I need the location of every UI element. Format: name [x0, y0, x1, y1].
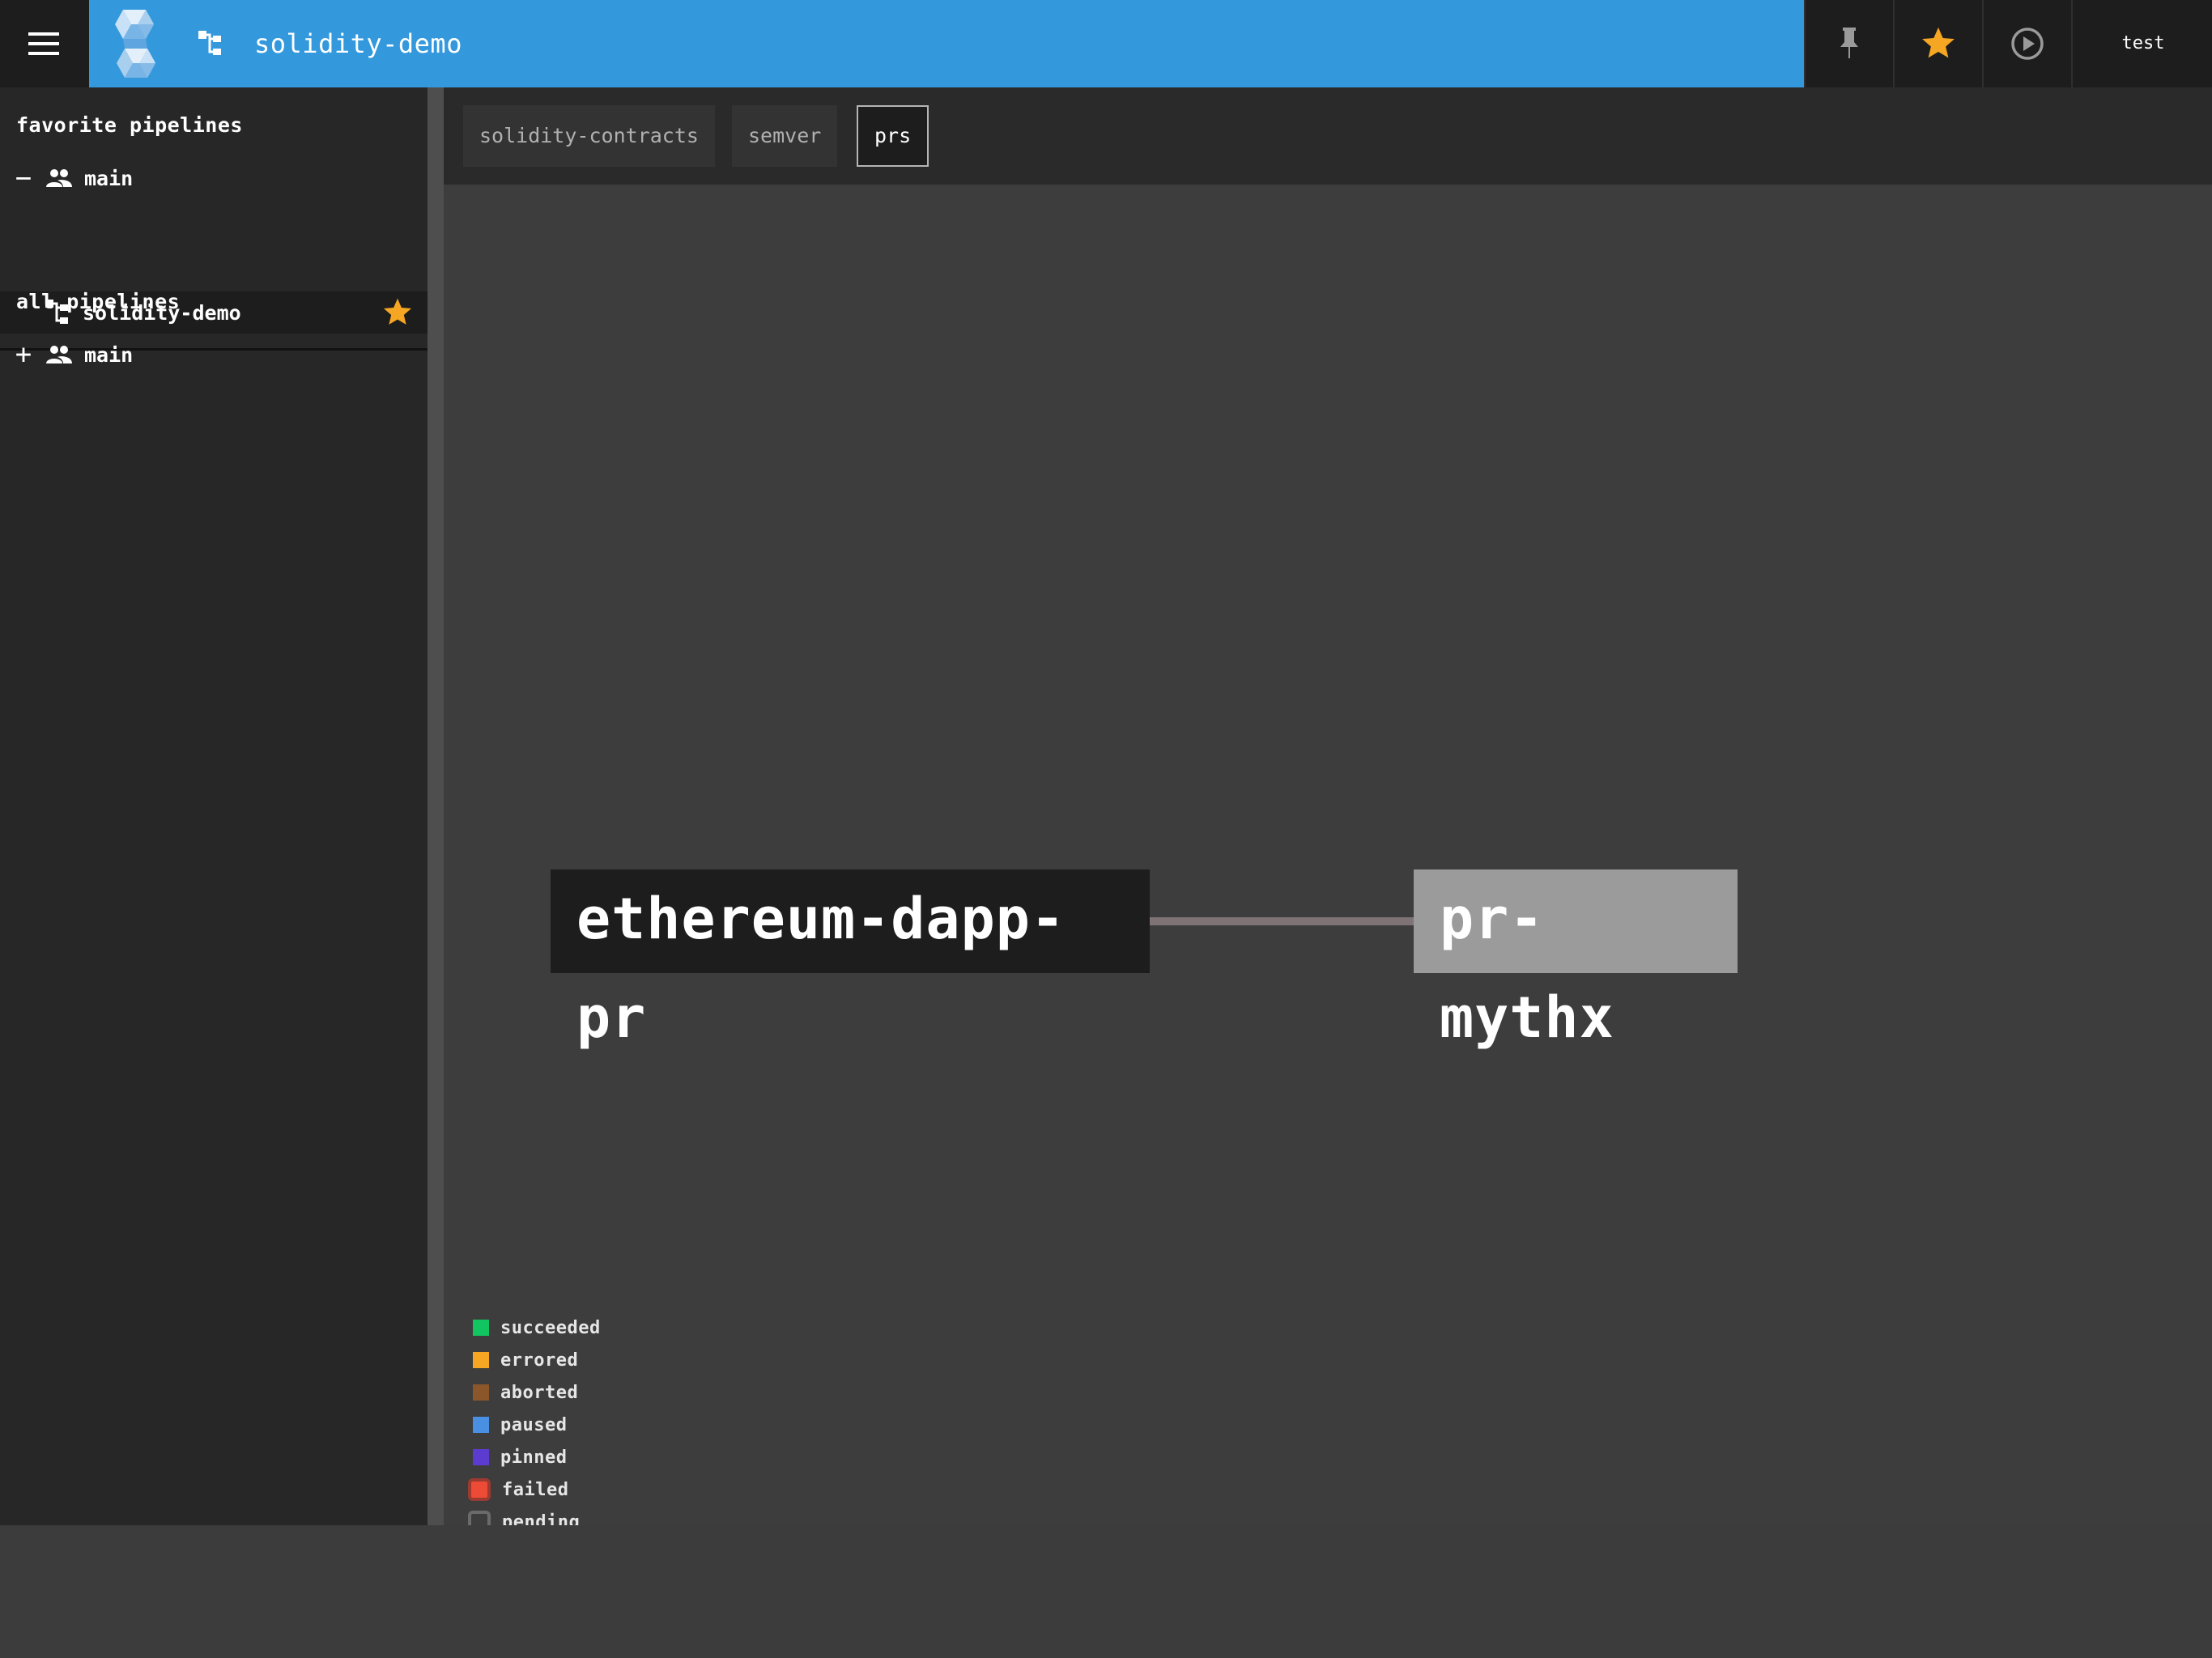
legend-swatch [473, 1352, 489, 1368]
legend-label: succeeded [500, 1317, 601, 1338]
legend-swatch [473, 1417, 489, 1433]
legend-swatch [468, 1478, 491, 1501]
star-icon[interactable] [382, 298, 413, 327]
pipeline-title: solidity-demo [254, 28, 462, 59]
groups-bar: solidity-contracts semver prs [444, 87, 2212, 185]
favorites-heading: favorite pipelines [16, 113, 243, 137]
hamburger-menu-button[interactable] [0, 0, 87, 87]
unpause-pipeline-button[interactable] [1982, 0, 2071, 87]
concourse-logo[interactable] [107, 8, 172, 79]
legend-item-pending: pending [466, 1506, 580, 1525]
legend-item-paused: paused [466, 1409, 567, 1441]
legend-label: failed [502, 1479, 569, 1500]
legend-label: pending [502, 1511, 581, 1526]
pipeline-icon [198, 31, 221, 55]
legend-label: pinned [500, 1447, 568, 1468]
expand-icon[interactable]: + [15, 334, 32, 376]
group-tab-semver[interactable]: semver [732, 105, 838, 167]
legend-item-failed: failed [466, 1473, 568, 1506]
top-bar: solidity-demo test [0, 0, 2212, 87]
group-tab-prs[interactable]: prs [857, 105, 929, 167]
favorite-pipeline-button[interactable] [1893, 0, 1982, 87]
legend-swatch [473, 1320, 489, 1336]
legend-label: aborted [500, 1382, 579, 1403]
sidebar-team-main-favorites[interactable]: − main [0, 157, 428, 199]
pin-icon [1840, 28, 1858, 58]
team-name: main [84, 166, 134, 190]
legend-item-aborted: aborted [466, 1376, 578, 1409]
sidebar-resize-handle[interactable] [428, 87, 444, 1525]
job-node-pr-mythx[interactable]: pr-mythx [1414, 869, 1738, 1051]
legend-label: paused [500, 1414, 568, 1435]
play-circle-icon [2011, 28, 2044, 60]
pin-resource-button[interactable] [1804, 0, 1893, 87]
status-legend: succeeded errored aborted paused pinned … [466, 1312, 790, 1525]
legend-item-pinned: pinned [466, 1441, 567, 1473]
legend-swatch [473, 1449, 489, 1465]
pipeline-header: solidity-demo [89, 0, 1804, 87]
team-icon [45, 345, 73, 364]
user-menu-button[interactable]: test [2071, 0, 2212, 87]
legend-label: errored [500, 1350, 579, 1371]
all-pipelines-heading: all pipelines [16, 290, 181, 313]
team-name: main [84, 342, 134, 367]
hamburger-icon [28, 32, 59, 55]
job-node-ethereum-dapp-pr[interactable]: ethereum-dapp-pr [551, 869, 1150, 1051]
sidebar: favorite pipelines − main solidity-demo [0, 87, 428, 1525]
star-icon [1922, 27, 1955, 58]
team-icon [45, 168, 73, 188]
page-background [0, 1525, 2212, 1658]
group-tab-solidity-contracts[interactable]: solidity-contracts [463, 105, 715, 167]
legend-item-errored: errored [466, 1344, 578, 1376]
job-edge [1150, 917, 1414, 925]
legend-swatch [468, 1511, 491, 1525]
collapse-icon[interactable]: − [15, 157, 32, 199]
sidebar-team-main-all[interactable]: + main [0, 334, 428, 376]
legend-swatch [473, 1384, 489, 1401]
legend-item-succeeded: succeeded [466, 1312, 601, 1344]
